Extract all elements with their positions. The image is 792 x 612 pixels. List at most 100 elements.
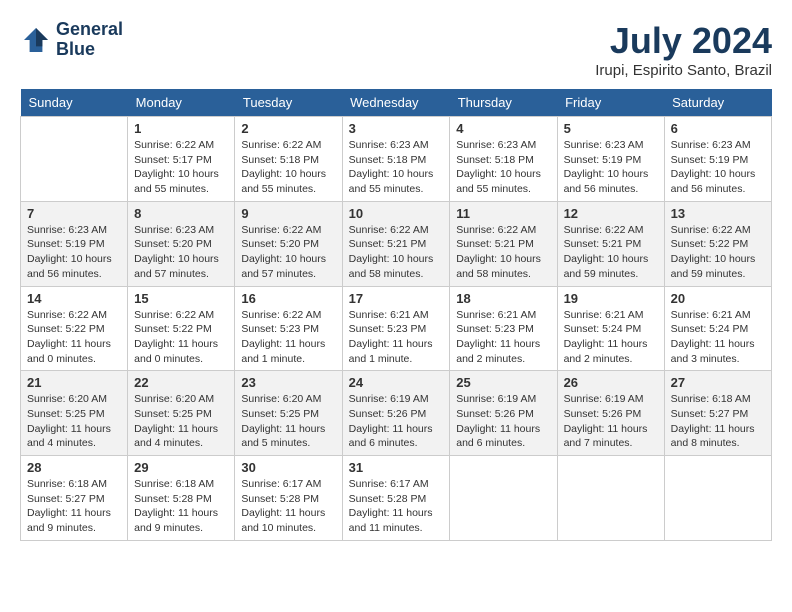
day-info: Sunrise: 6:23 AMSunset: 5:19 PMDaylight:… [671,138,765,197]
calendar-cell: 23 Sunrise: 6:20 AMSunset: 5:25 PMDayligh… [235,371,342,456]
day-info: Sunrise: 6:22 AMSunset: 5:20 PMDaylight:… [241,223,335,282]
calendar-cell: 21 Sunrise: 6:20 AMSunset: 5:25 PMDayligh… [21,371,128,456]
day-info: Sunrise: 6:22 AMSunset: 5:22 PMDaylight:… [134,308,228,367]
calendar-week-row: 7Sunrise: 6:23 AMSunset: 5:19 PMDaylight… [21,201,772,286]
day-info: Sunrise: 6:22 AMSunset: 5:22 PMDaylight:… [671,223,765,282]
calendar-cell [557,456,664,541]
day-number: 31 [349,460,444,475]
calendar-cell: 28 Sunrise: 6:18 AMSunset: 5:27 PMDayligh… [21,456,128,541]
calendar-cell: 2 Sunrise: 6:22 AMSunset: 5:18 PMDaylight… [235,117,342,202]
calendar-cell: 9 Sunrise: 6:22 AMSunset: 5:20 PMDaylight… [235,201,342,286]
calendar-week-row: 1Sunrise: 6:22 AMSunset: 5:17 PMDaylight… [21,117,772,202]
day-header-tuesday: Tuesday [235,89,342,117]
day-header-monday: Monday [128,89,235,117]
calendar-cell [450,456,557,541]
day-info: Sunrise: 6:23 AMSunset: 5:19 PMDaylight:… [564,138,658,197]
day-number: 6 [671,121,765,136]
day-info: Sunrise: 6:18 AMSunset: 5:27 PMDaylight:… [671,392,765,451]
day-header-wednesday: Wednesday [342,89,450,117]
day-number: 20 [671,291,765,306]
calendar-cell: 15Sunrise: 6:22 AMSunset: 5:22 PMDayligh… [128,286,235,371]
day-number: 3 [349,121,444,136]
day-info: Sunrise: 6:22 AMSunset: 5:17 PMDaylight:… [134,138,228,197]
calendar-table: SundayMondayTuesdayWednesdayThursdayFrid… [20,89,772,541]
calendar-cell: 27 Sunrise: 6:18 AMSunset: 5:27 PMDayligh… [664,371,771,456]
calendar-cell [21,117,128,202]
day-number: 25 [456,375,550,390]
calendar-cell: 7Sunrise: 6:23 AMSunset: 5:19 PMDaylight… [21,201,128,286]
calendar-week-row: 28 Sunrise: 6:18 AMSunset: 5:27 PMDayligh… [21,456,772,541]
calendar-week-row: 14 Sunrise: 6:22 AMSunset: 5:22 PMDayligh… [21,286,772,371]
calendar-cell: 18 Sunrise: 6:21 AMSunset: 5:23 PMDayligh… [450,286,557,371]
calendar-cell: 1Sunrise: 6:22 AMSunset: 5:17 PMDaylight… [128,117,235,202]
calendar-cell: 3 Sunrise: 6:23 AMSunset: 5:18 PMDaylight… [342,117,450,202]
calendar-cell: 12Sunrise: 6:22 AMSunset: 5:21 PMDayligh… [557,201,664,286]
calendar-cell: 19Sunrise: 6:21 AMSunset: 5:24 PMDayligh… [557,286,664,371]
day-info: Sunrise: 6:22 AMSunset: 5:23 PMDaylight:… [241,308,335,367]
day-number: 30 [241,460,335,475]
calendar-cell: 20 Sunrise: 6:21 AMSunset: 5:24 PMDayligh… [664,286,771,371]
day-number: 10 [349,206,444,221]
month-title: July 2024 [595,20,772,62]
day-number: 12 [564,206,658,221]
day-info: Sunrise: 6:22 AMSunset: 5:21 PMDaylight:… [456,223,550,282]
logo-text: General Blue [56,20,123,60]
day-info: Sunrise: 6:18 AMSunset: 5:27 PMDaylight:… [27,477,121,536]
calendar-cell: 10 Sunrise: 6:22 AMSunset: 5:21 PMDayligh… [342,201,450,286]
calendar-cell: 4 Sunrise: 6:23 AMSunset: 5:18 PMDaylight… [450,117,557,202]
day-number: 13 [671,206,765,221]
calendar-cell: 14 Sunrise: 6:22 AMSunset: 5:22 PMDayligh… [21,286,128,371]
day-info: Sunrise: 6:21 AMSunset: 5:23 PMDaylight:… [456,308,550,367]
day-info: Sunrise: 6:21 AMSunset: 5:23 PMDaylight:… [349,308,444,367]
day-number: 5 [564,121,658,136]
day-header-saturday: Saturday [664,89,771,117]
day-number: 9 [241,206,335,221]
calendar-cell [664,456,771,541]
calendar-cell: 16 Sunrise: 6:22 AMSunset: 5:23 PMDayligh… [235,286,342,371]
day-header-thursday: Thursday [450,89,557,117]
day-number: 19 [564,291,658,306]
day-info: Sunrise: 6:22 AMSunset: 5:21 PMDaylight:… [349,223,444,282]
day-info: Sunrise: 6:20 AMSunset: 5:25 PMDaylight:… [241,392,335,451]
day-info: Sunrise: 6:20 AMSunset: 5:25 PMDaylight:… [27,392,121,451]
day-info: Sunrise: 6:22 AMSunset: 5:18 PMDaylight:… [241,138,335,197]
day-info: Sunrise: 6:22 AMSunset: 5:22 PMDaylight:… [27,308,121,367]
day-number: 2 [241,121,335,136]
day-info: Sunrise: 6:19 AMSunset: 5:26 PMDaylight:… [564,392,658,451]
day-number: 16 [241,291,335,306]
calendar-cell: 24Sunrise: 6:19 AMSunset: 5:26 PMDayligh… [342,371,450,456]
day-info: Sunrise: 6:21 AMSunset: 5:24 PMDaylight:… [671,308,765,367]
day-number: 7 [27,206,121,221]
calendar-cell: 8Sunrise: 6:23 AMSunset: 5:20 PMDaylight… [128,201,235,286]
location: Irupi, Espirito Santo, Brazil [595,62,772,79]
calendar-cell: 30 Sunrise: 6:17 AMSunset: 5:28 PMDayligh… [235,456,342,541]
day-number: 21 [27,375,121,390]
calendar-cell: 25 Sunrise: 6:19 AMSunset: 5:26 PMDayligh… [450,371,557,456]
day-info: Sunrise: 6:19 AMSunset: 5:26 PMDaylight:… [456,392,550,451]
day-info: Sunrise: 6:18 AMSunset: 5:28 PMDaylight:… [134,477,228,536]
day-number: 8 [134,206,228,221]
calendar-cell: 11Sunrise: 6:22 AMSunset: 5:21 PMDayligh… [450,201,557,286]
calendar-cell: 6 Sunrise: 6:23 AMSunset: 5:19 PMDaylight… [664,117,771,202]
calendar-cell: 22 Sunrise: 6:20 AMSunset: 5:25 PMDayligh… [128,371,235,456]
day-number: 27 [671,375,765,390]
day-info: Sunrise: 6:23 AMSunset: 5:18 PMDaylight:… [456,138,550,197]
calendar-week-row: 21 Sunrise: 6:20 AMSunset: 5:25 PMDayligh… [21,371,772,456]
day-info: Sunrise: 6:17 AMSunset: 5:28 PMDaylight:… [349,477,444,536]
day-number: 23 [241,375,335,390]
day-info: Sunrise: 6:20 AMSunset: 5:25 PMDaylight:… [134,392,228,451]
title-block: July 2024 Irupi, Espirito Santo, Brazil [595,20,772,79]
day-number: 4 [456,121,550,136]
calendar-cell: 26Sunrise: 6:19 AMSunset: 5:26 PMDayligh… [557,371,664,456]
calendar-cell: 29Sunrise: 6:18 AMSunset: 5:28 PMDayligh… [128,456,235,541]
day-info: Sunrise: 6:17 AMSunset: 5:28 PMDaylight:… [241,477,335,536]
calendar-cell: 17 Sunrise: 6:21 AMSunset: 5:23 PMDayligh… [342,286,450,371]
page-header: General Blue July 2024 Irupi, Espirito S… [20,20,772,79]
day-number: 22 [134,375,228,390]
day-number: 17 [349,291,444,306]
day-info: Sunrise: 6:23 AMSunset: 5:18 PMDaylight:… [349,138,444,197]
day-number: 14 [27,291,121,306]
day-number: 28 [27,460,121,475]
logo-icon [20,24,52,56]
day-number: 18 [456,291,550,306]
